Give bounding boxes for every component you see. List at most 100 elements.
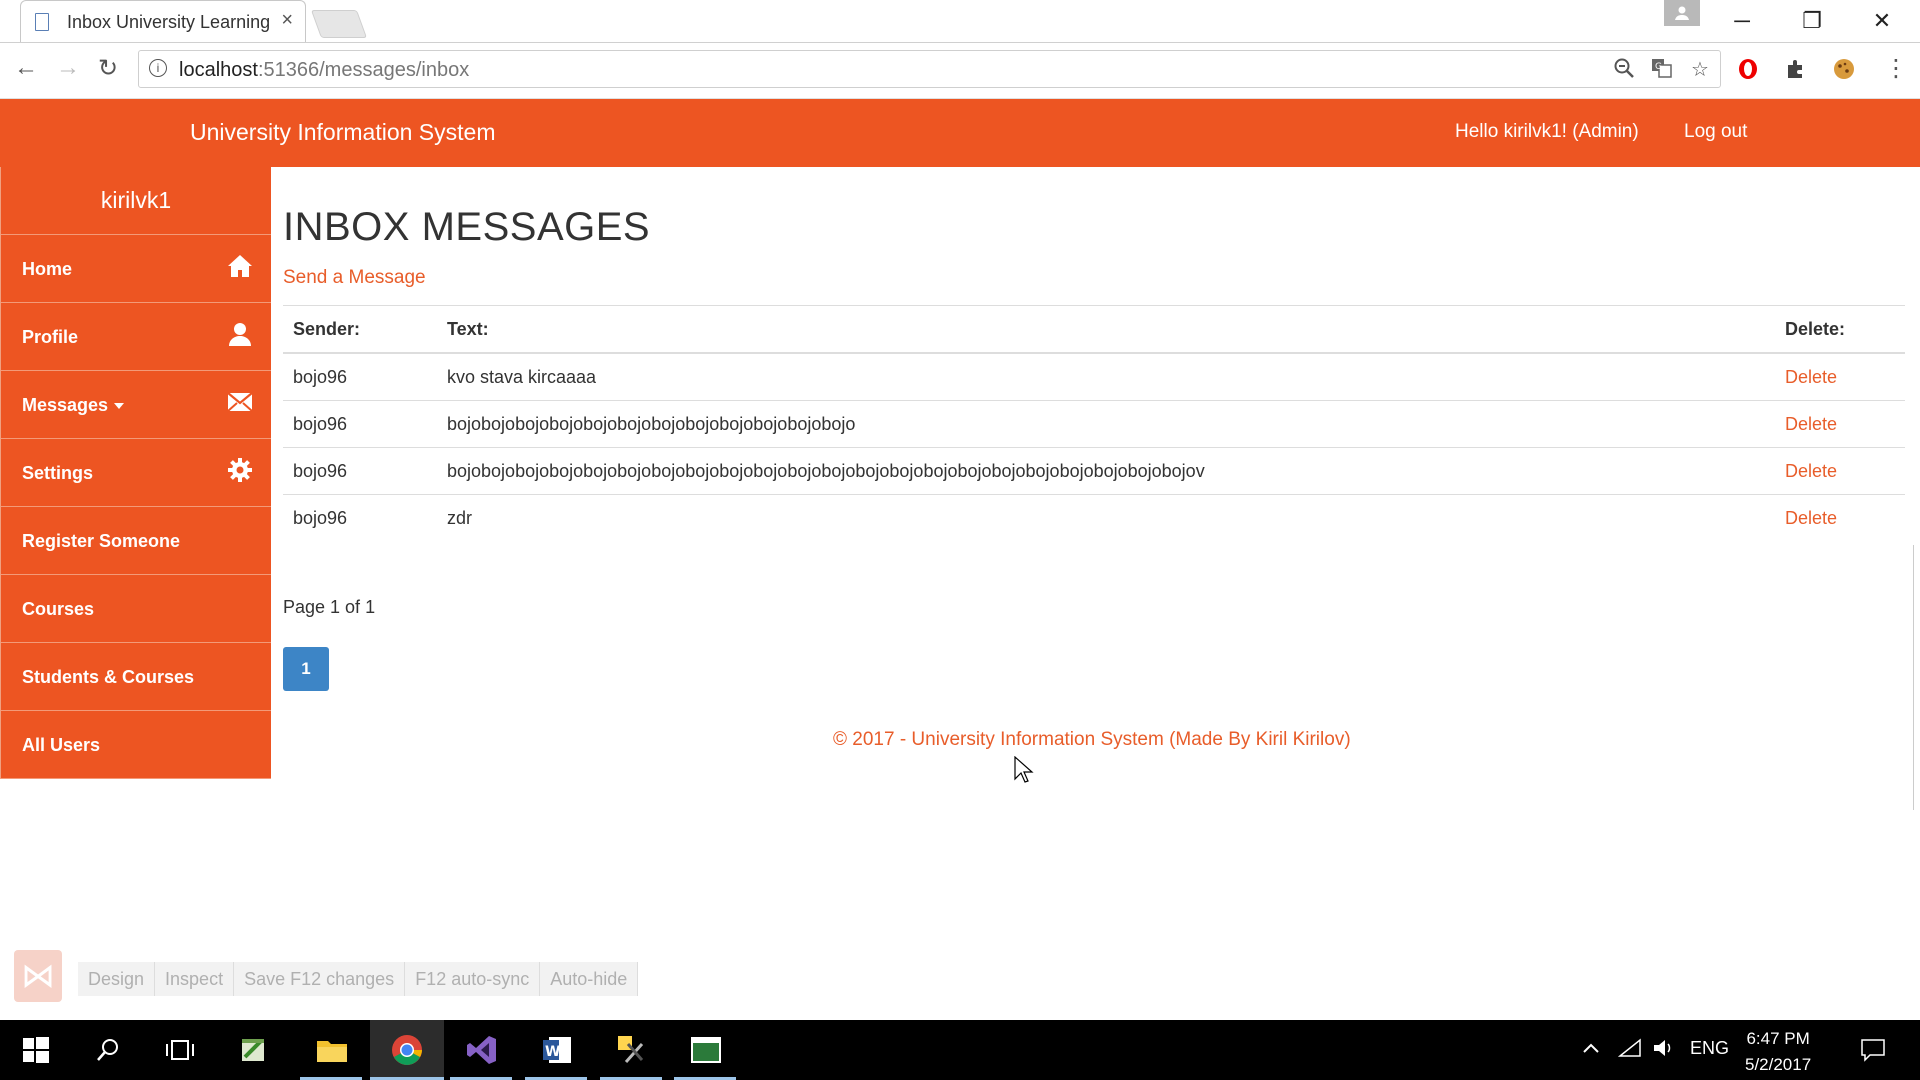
user-greeting-link[interactable]: Hello kirilvk1! (Admin): [1455, 121, 1639, 143]
chrome-app-icon[interactable]: [385, 1028, 429, 1072]
tools-app-icon[interactable]: [610, 1028, 654, 1072]
file-explorer-icon[interactable]: [310, 1028, 354, 1072]
cookie-extension-icon[interactable]: [1832, 57, 1856, 87]
input-language-indicator[interactable]: ENG: [1690, 1038, 1729, 1059]
delete-message-link[interactable]: Delete: [1785, 367, 1837, 387]
clock-date: 5/2/2017: [1745, 1055, 1812, 1074]
svg-text:W: W: [545, 1044, 560, 1060]
auto-hide-button[interactable]: Auto-hide: [540, 962, 639, 996]
sidebar-item-label: Home: [22, 259, 73, 279]
f12-auto-sync-button[interactable]: F12 auto-sync: [405, 962, 541, 996]
reload-icon[interactable]: ↻: [98, 54, 118, 83]
translate-icon[interactable]: G: [1651, 57, 1673, 85]
sidebar-username: kirilvk1: [1, 167, 271, 235]
puzzle-extension-icon[interactable]: [1784, 57, 1808, 87]
sidebar-item-label: Settings: [22, 463, 94, 483]
system-clock[interactable]: 6:47 PM 5/2/2017: [1745, 1026, 1811, 1078]
search-icon[interactable]: [86, 1028, 130, 1072]
message-sender: bojo96: [283, 352, 437, 401]
visual-studio-logo-icon[interactable]: ⋈: [14, 950, 62, 1002]
table-header-row: Sender: Text: Delete:: [283, 305, 1905, 354]
gear-icon: [228, 458, 252, 482]
message-text: bojobojobojobojobojobojobojobojobojobojo…: [437, 447, 1775, 495]
sidebar-item-label: All Users: [22, 735, 101, 755]
site-brand[interactable]: University Information System: [190, 119, 495, 146]
show-hidden-icons-chevron-icon[interactable]: [1582, 1038, 1600, 1059]
chevron-down-icon: [114, 403, 125, 410]
windows-taskbar: W ENG 6:47 PM 5/2/2017: [0, 1020, 1920, 1080]
sidebar-item-label: Profile: [22, 327, 79, 347]
sidebar-item-label: Messages: [22, 395, 125, 416]
sidebar-item-messages[interactable]: Messages: [1, 371, 271, 439]
message-text: bojobojobojobojobojobojobojobojobojobojo…: [437, 400, 1775, 448]
url-text[interactable]: localhost:51366/messages/inbox: [179, 59, 469, 82]
new-tab-button[interactable]: [310, 10, 368, 38]
user-icon: [229, 323, 251, 346]
table-row: bojo96 bojobojobojobojobojobojobojobojob…: [283, 447, 1905, 495]
sidebar-item-label: Courses: [22, 599, 95, 619]
scrollbar[interactable]: [1913, 545, 1919, 810]
window-app-icon[interactable]: [684, 1028, 728, 1072]
clock-time: 6:47 PM: [1746, 1029, 1810, 1048]
inspect-button[interactable]: Inspect: [155, 962, 235, 996]
message-sender: bojo96: [283, 447, 437, 495]
site-header: University Information System Hello kiri…: [0, 99, 1920, 167]
pager-text: Page 1 of 1: [283, 597, 376, 617]
column-header-sender: Sender:: [283, 305, 437, 354]
site-info-icon[interactable]: i: [149, 59, 167, 77]
browser-menu-icon[interactable]: ⋮: [1884, 54, 1908, 83]
action-center-icon[interactable]: [1860, 1038, 1886, 1067]
bookmark-star-icon[interactable]: ☆: [1691, 57, 1709, 82]
table-row: bojo96 kvo stava kircaaaa Delete: [283, 352, 1905, 401]
word-app-icon[interactable]: W: [535, 1028, 579, 1072]
home-icon: [228, 255, 252, 277]
url-host: localhost: [179, 59, 258, 81]
send-message-link[interactable]: Send a Message: [283, 267, 426, 289]
sidebar-item-courses[interactable]: Courses: [1, 575, 271, 643]
message-text: zdr: [437, 494, 1775, 541]
design-button[interactable]: Design: [78, 962, 156, 996]
restore-window-button[interactable]: ❐: [1782, 4, 1842, 38]
envelope-icon: [227, 392, 253, 412]
task-view-icon[interactable]: [158, 1028, 202, 1072]
tab-close-icon[interactable]: ×: [281, 9, 293, 32]
sidebar-item-home[interactable]: Home: [1, 235, 271, 303]
browser-tab-active[interactable]: Inbox University Learning ×: [20, 0, 306, 42]
table-row: bojo96 zdr Delete: [283, 494, 1905, 541]
browser-tabstrip: Inbox University Learning × ─ ❐ ✕: [0, 0, 1920, 43]
sidebar-item-register-someone[interactable]: Register Someone: [1, 507, 271, 575]
delete-message-link[interactable]: Delete: [1785, 461, 1837, 481]
delete-message-link[interactable]: Delete: [1785, 508, 1837, 528]
sidebar-item-profile[interactable]: Profile: [1, 303, 271, 371]
save-f12-changes-button[interactable]: Save F12 changes: [234, 962, 406, 996]
logout-link[interactable]: Log out: [1684, 121, 1747, 143]
browser-toolbar: ← → ↻ i localhost:51366/messages/inbox G…: [0, 43, 1920, 99]
zoom-icon[interactable]: [1613, 57, 1635, 85]
back-arrow-icon[interactable]: ←: [14, 54, 38, 82]
page-title: INBOX MESSAGES: [283, 205, 651, 249]
profile-person-icon[interactable]: [1664, 0, 1700, 26]
table-row: bojo96 bojobojobojobojobojobojobojobojob…: [283, 400, 1905, 448]
sidebar-item-settings[interactable]: Settings: [1, 439, 271, 507]
message-text: kvo stava kircaaaa: [437, 352, 1775, 401]
url-path: :51366/messages/inbox: [257, 59, 470, 81]
windows-start-icon[interactable]: [14, 1028, 58, 1072]
sidebar-item-all-users[interactable]: All Users: [1, 711, 271, 779]
minimize-window-button[interactable]: ─: [1712, 4, 1772, 38]
visual-studio-app-icon[interactable]: [460, 1028, 504, 1072]
forward-arrow-icon[interactable]: →: [56, 54, 80, 82]
close-window-button[interactable]: ✕: [1852, 4, 1912, 38]
volume-icon[interactable]: [1652, 1038, 1674, 1063]
page-1-button[interactable]: 1: [283, 647, 329, 691]
footer-text: © 2017 - University Information System (…: [833, 729, 1351, 750]
delete-message-link[interactable]: Delete: [1785, 414, 1837, 434]
sidebar-item-students-courses[interactable]: Students & Courses: [1, 643, 271, 711]
tab-title: Inbox University Learning: [67, 12, 271, 32]
sidebar-item-label: Register Someone: [22, 531, 181, 551]
message-sender: bojo96: [283, 400, 437, 448]
network-icon[interactable]: [1617, 1038, 1642, 1063]
sidebar-item-label: Students & Courses: [22, 667, 195, 687]
address-bar[interactable]: i localhost:51366/messages/inbox G ☆: [138, 50, 1721, 88]
notepad-app-icon[interactable]: [232, 1028, 276, 1072]
opera-extension-icon[interactable]: [1736, 57, 1760, 87]
